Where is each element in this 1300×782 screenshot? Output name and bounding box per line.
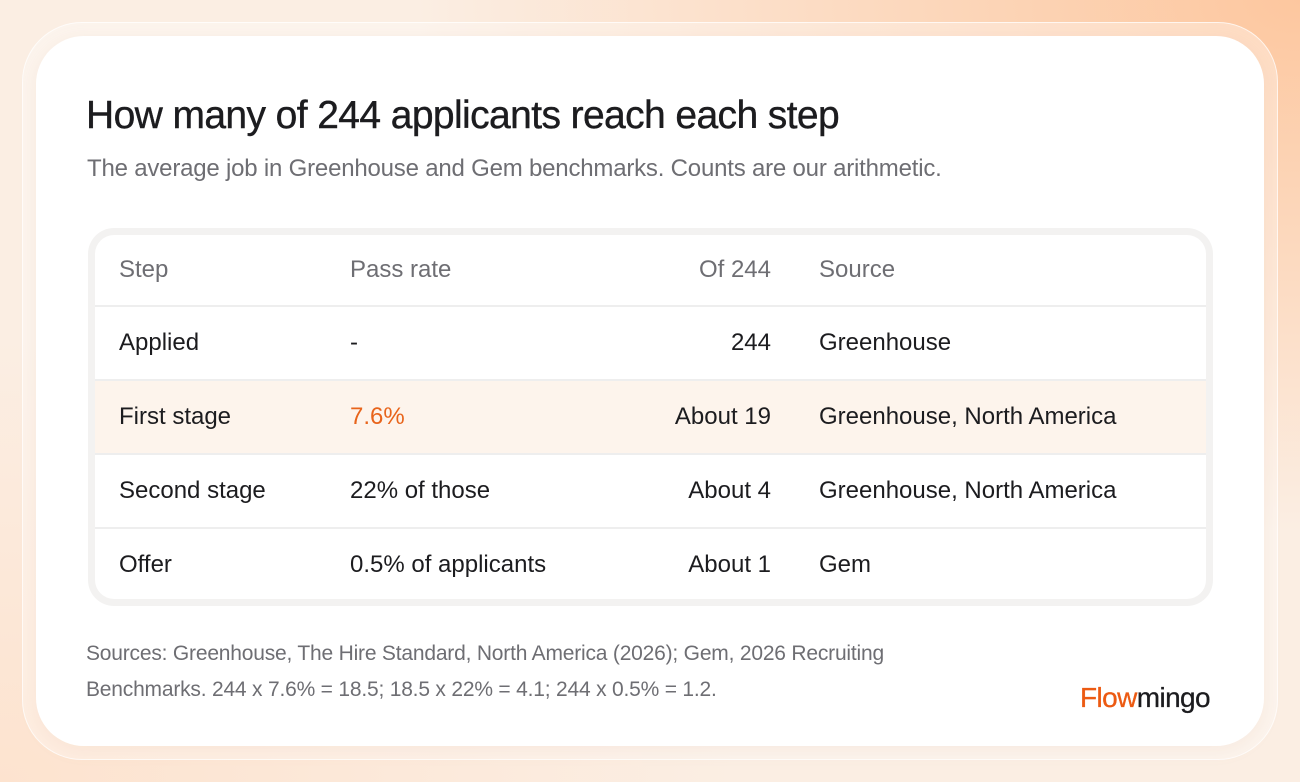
source-cell: Greenhouse, North America [819, 403, 1117, 430]
pass-rate-cell-highlighted: 7.6% [350, 403, 405, 430]
table-row-applied: Applied - 244 Greenhouse [95, 305, 1206, 379]
pass-rate-cell: 22% of those [350, 477, 491, 504]
table-row-second-stage: Second stage 22% of those About 4 Greenh… [95, 453, 1206, 527]
header-count: Of 244 [698, 256, 771, 283]
page-title: How many of 244 applicants reach each st… [86, 94, 840, 137]
sources-footnote: Sources: Greenhouse, The Hire Standard, … [86, 636, 986, 708]
funnel-table: Step Pass rate Of 244 Source Applied - 2… [95, 235, 1206, 599]
source-cell: Greenhouse, North America [819, 477, 1117, 504]
step-cell: Applied [119, 329, 200, 356]
count-cell: About 1 [688, 551, 771, 578]
brand-logo-part-2: mingo [1136, 682, 1211, 713]
table-row-first-stage: First stage 7.6% About 19 Greenhouse, No… [95, 379, 1206, 453]
page-subtitle: The average job in Greenhouse and Gem be… [87, 155, 942, 182]
header-step: Step [119, 256, 169, 283]
header-pass-rate: Pass rate [350, 256, 452, 283]
pass-rate-cell: - [350, 329, 358, 356]
count-cell: 244 [730, 329, 771, 356]
table-row-offer: Offer 0.5% of applicants About 1 Gem [95, 527, 1206, 599]
funnel-table-container: Step Pass rate Of 244 Source Applied - 2… [88, 228, 1213, 606]
step-cell: Offer [119, 551, 172, 578]
header-source: Source [819, 256, 896, 283]
content-card: How many of 244 applicants reach each st… [36, 36, 1264, 746]
count-cell: About 4 [688, 477, 771, 504]
brand-logo-part-1: Flow [1080, 682, 1138, 713]
step-cell: Second stage [119, 477, 266, 504]
table-header-row: Step Pass rate Of 244 Source [95, 235, 1206, 305]
pass-rate-cell: 0.5% of applicants [350, 551, 547, 578]
source-cell: Gem [819, 551, 872, 578]
source-cell: Greenhouse [819, 329, 952, 356]
step-cell: First stage [119, 403, 232, 430]
brand-logo: Flowmingo [1080, 682, 1211, 714]
footnote-line-1: Sources: Greenhouse, The Hire Standard, … [86, 642, 884, 665]
count-cell: About 19 [674, 403, 771, 430]
footnote-line-2: Benchmarks. 244 x 7.6% = 18.5; 18.5 x 22… [86, 678, 717, 701]
